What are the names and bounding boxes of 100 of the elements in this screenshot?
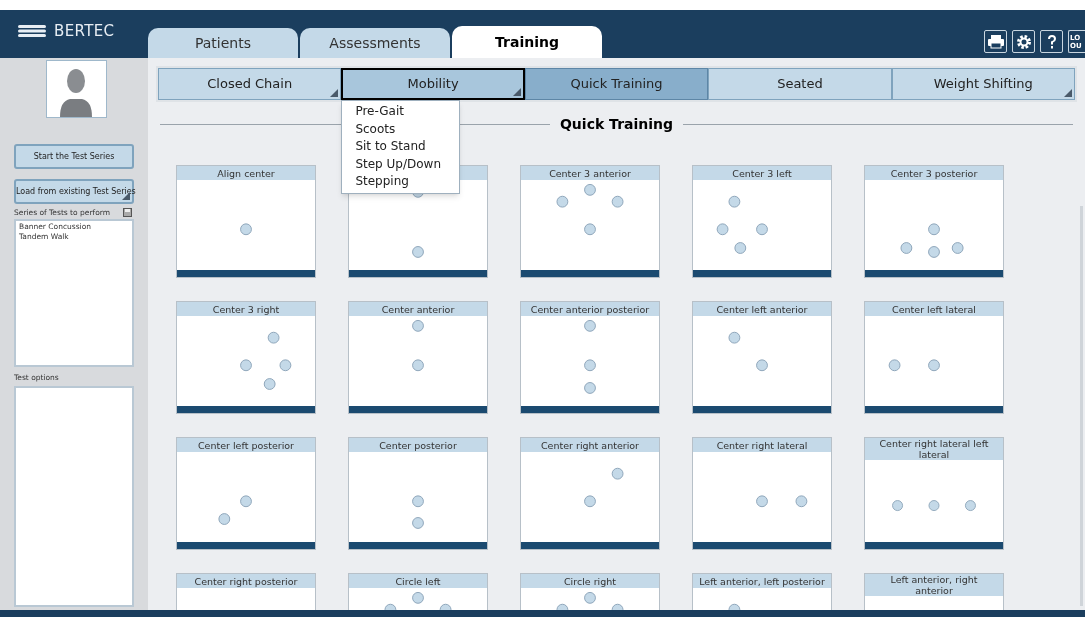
card-title: Center left anterior xyxy=(716,303,808,315)
exercise-card[interactable]: Center left anterior xyxy=(692,301,832,414)
sidebar-button[interactable]: Start the Test Series xyxy=(14,144,134,169)
target-dot xyxy=(279,359,292,372)
settings-icon[interactable] xyxy=(1012,30,1035,53)
category-tab[interactable]: Closed Chain xyxy=(158,68,342,100)
exercise-card[interactable]: Circle left xyxy=(348,573,488,610)
target-dot xyxy=(964,500,976,512)
logo-stripes-icon xyxy=(18,25,46,37)
target-dot xyxy=(888,359,901,372)
target-dot xyxy=(928,223,940,236)
card-title: Center right posterior xyxy=(194,575,298,587)
help-icon[interactable] xyxy=(1040,30,1063,53)
target-dot xyxy=(267,331,280,344)
card-title: Circle right xyxy=(564,575,616,587)
card-title: Center 3 posterior xyxy=(890,167,978,179)
target-dot xyxy=(928,359,940,372)
card-title: Center left posterior xyxy=(198,439,294,451)
target-dot xyxy=(716,223,729,236)
target-dot xyxy=(728,195,741,208)
exercise-card[interactable]: Center 3 left xyxy=(692,165,832,278)
target-dot xyxy=(756,223,768,236)
target-dot xyxy=(728,331,741,344)
target-dot xyxy=(584,223,596,236)
target-dot xyxy=(951,242,964,254)
target-dot xyxy=(734,242,747,254)
card-title: Left anterior, left posterior xyxy=(699,575,825,587)
exercise-card[interactable]: Left anterior, left posterior xyxy=(692,573,832,610)
target-dot xyxy=(892,500,904,512)
card-title: Center right anterior xyxy=(541,439,639,451)
person-silhouette-icon xyxy=(58,67,94,117)
target-dot xyxy=(240,495,252,508)
category-tab[interactable]: Seated xyxy=(708,68,892,100)
target-dot xyxy=(412,319,424,332)
exercise-card[interactable]: Center left lateral xyxy=(864,301,1004,414)
target-dot xyxy=(584,319,596,332)
menu-item[interactable]: Stepping xyxy=(355,173,447,191)
target-dot xyxy=(928,246,940,258)
category-tab[interactable]: Mobility xyxy=(341,68,525,100)
card-title: Left anterior, right anterior xyxy=(889,574,979,596)
card-title: Center 3 right xyxy=(212,303,280,315)
target-dot xyxy=(795,495,808,508)
target-dot xyxy=(928,500,940,512)
exercise-card[interactable]: Center right lateral left lateral xyxy=(864,437,1004,550)
target-dot xyxy=(412,591,424,604)
target-dot xyxy=(556,195,569,208)
exercise-card[interactable]: Left anterior, right anterior xyxy=(864,573,1004,610)
exercise-card[interactable]: Center 3 anterior xyxy=(520,165,660,278)
target-dot xyxy=(240,223,252,236)
exercise-card[interactable]: Center left posterior xyxy=(176,437,316,550)
section-title: Quick Training xyxy=(559,115,674,134)
menu-item[interactable]: Pre-Gait xyxy=(355,103,447,121)
exercise-card[interactable]: Center right anterior xyxy=(520,437,660,550)
target-dot xyxy=(263,378,276,390)
card-title: Center 3 left xyxy=(732,167,792,179)
exercise-card[interactable]: Center posterior xyxy=(348,437,488,550)
logo-text: BERTEC xyxy=(54,20,115,42)
target-dot xyxy=(611,467,624,480)
target-dot xyxy=(584,183,596,196)
target-dot xyxy=(584,495,596,508)
main-tab[interactable]: Assessments xyxy=(300,28,450,58)
target-dot xyxy=(412,495,424,508)
card-title: Center 3 anterior xyxy=(549,167,631,179)
exercise-card[interactable]: Center right lateral xyxy=(692,437,832,550)
sidebar-button[interactable]: Load from existing Test Series xyxy=(14,179,134,204)
exercise-card[interactable]: Center right posterior xyxy=(176,573,316,610)
target-dot xyxy=(218,513,231,525)
target-dot xyxy=(412,246,424,258)
exercise-card[interactable]: Center anterior posterior xyxy=(520,301,660,414)
card-title: Align center xyxy=(217,167,275,179)
main-tab[interactable]: Training xyxy=(452,26,602,58)
exercise-card[interactable]: Center 3 posterior xyxy=(864,165,1004,278)
category-tab[interactable]: Weight Shifting xyxy=(891,68,1076,100)
card-title: Center left lateral xyxy=(892,303,976,315)
card-title: Center anterior posterior xyxy=(530,303,650,315)
target-dot xyxy=(584,591,596,604)
exercise-card[interactable]: Center 3 right xyxy=(176,301,316,414)
save-icon[interactable] xyxy=(123,208,132,218)
target-dot xyxy=(756,495,768,508)
menu-item[interactable]: Scoots xyxy=(355,120,447,138)
exercise-card[interactable]: Circle right xyxy=(520,573,660,610)
card-title: Circle left xyxy=(395,575,441,587)
target-dot xyxy=(412,359,424,372)
exercise-card[interactable]: Center anterior xyxy=(348,301,488,414)
main-tab[interactable]: Patients xyxy=(148,28,298,58)
target-dot xyxy=(412,517,424,529)
target-dot xyxy=(584,359,596,372)
target-dot xyxy=(900,242,913,254)
card-title: Center anterior xyxy=(381,303,455,315)
target-dot xyxy=(611,195,624,208)
target-dot xyxy=(756,359,768,372)
target-dot xyxy=(584,382,596,394)
target-dot xyxy=(240,359,252,372)
card-title: Center right lateral xyxy=(716,439,808,451)
card-title: Center right lateral left lateral xyxy=(878,438,990,460)
exercise-card[interactable]: Align center xyxy=(176,165,316,278)
print-icon[interactable] xyxy=(984,30,1007,53)
category-tab[interactable]: Quick Training xyxy=(524,68,709,100)
menu-item[interactable]: Step Up/Down xyxy=(355,155,447,173)
menu-item[interactable]: Sit to Stand xyxy=(355,138,447,156)
